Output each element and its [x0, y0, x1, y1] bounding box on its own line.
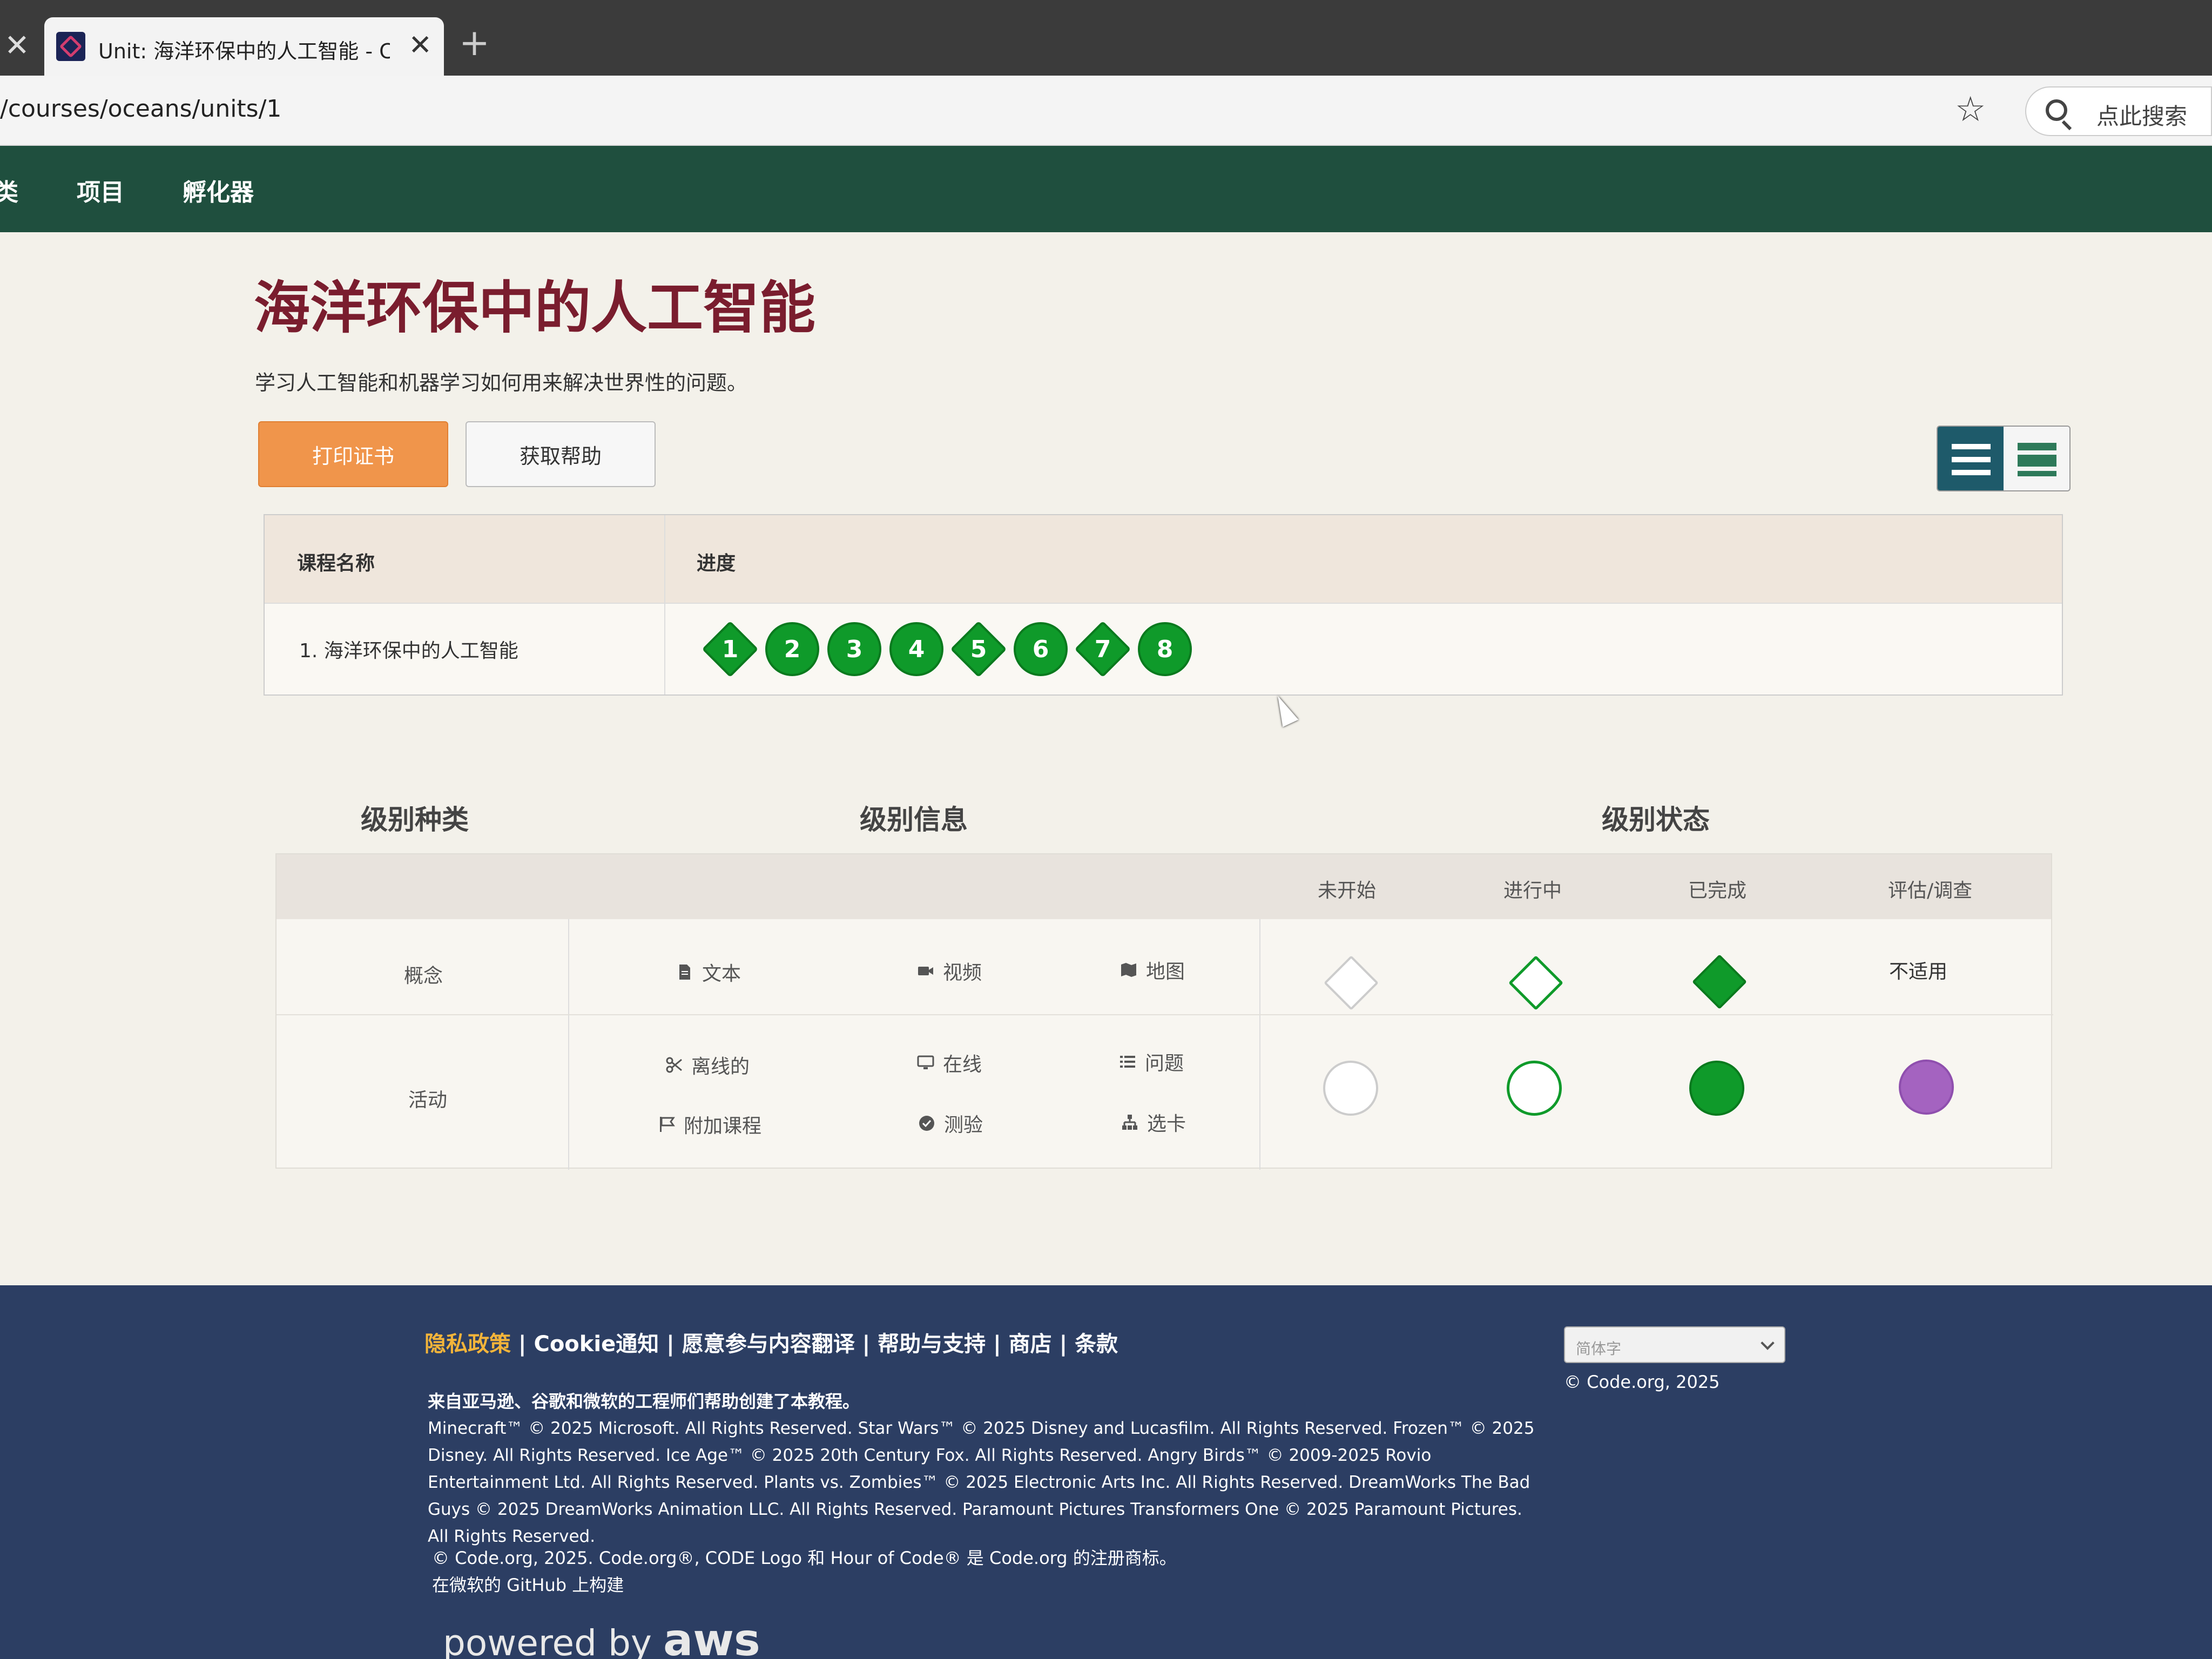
view-toggle: [1937, 426, 2071, 491]
bookmark-star-icon[interactable]: ☆: [1955, 91, 1986, 129]
github-link[interactable]: 在微软的 GitHub 上构建: [432, 1572, 1177, 1599]
status-col-not-started: 未开始: [1318, 880, 1377, 902]
footer-credit: 来自亚马逊、谷歌和微软的工程师们帮助创建了本教程。: [428, 1391, 860, 1412]
video-camera-icon: [918, 967, 933, 975]
nav-item-class[interactable]: 类: [0, 173, 18, 207]
assessment-not-applicable: 不适用: [1889, 961, 1948, 983]
activity-not-started-circle: [1323, 1061, 1378, 1116]
search-icon: [2046, 99, 2067, 121]
document-icon: [679, 965, 690, 980]
column-header-lesson-name: 课程名称: [297, 552, 375, 575]
search-placeholder: 点此搜索: [2096, 103, 2188, 130]
address-bar: /courses/oceans/units/1 ☆ 点此搜索: [0, 76, 2212, 146]
scissors-icon: [666, 1057, 682, 1073]
level-bubble-1[interactable]: 1: [702, 621, 759, 678]
language-select[interactable]: 简体字: [1564, 1326, 1785, 1363]
site-footer: 隐私政策 | Cookie通知 | 愿意参与内容翻译 | 帮助与支持 | 商店 …: [0, 1285, 2212, 1659]
site-header: 类 项目 孵化器: [0, 146, 2212, 232]
legend-row-activity: 活动: [408, 1089, 448, 1111]
legend-item-map: 地图: [1120, 956, 1185, 984]
browser-tab-active[interactable]: Unit: 海洋环保中的人工智能 - Coc ✕: [44, 17, 444, 76]
check-circle-icon: [919, 1116, 934, 1131]
help-support-link[interactable]: 帮助与支持: [878, 1332, 986, 1357]
trademark-text: © Code.org, 2025. Code.org®, CODE Logo 和…: [432, 1548, 1177, 1568]
status-col-in-progress: 进行中: [1503, 880, 1562, 902]
nav-item-incubator[interactable]: 孵化器: [183, 173, 254, 207]
activity-in-progress-circle: [1507, 1061, 1562, 1116]
powered-by-aws[interactable]: powered by aws: [443, 1615, 760, 1659]
level-bubble-7[interactable]: 7: [1074, 621, 1131, 678]
level-legend: 未开始 进行中 已完成 评估/调查 概念 活动 文本 视频 地图 离线的 在线: [275, 853, 2053, 1170]
legend-heading-info: 级别信息: [860, 804, 968, 835]
level-bubble-8[interactable]: 8: [1138, 622, 1192, 676]
flag-icon: [660, 1117, 675, 1132]
get-help-button[interactable]: 获取帮助: [466, 421, 656, 487]
privacy-policy-link[interactable]: 隐私政策: [424, 1332, 511, 1357]
level-bubble-2[interactable]: 2: [765, 622, 819, 676]
page-subtitle: 学习人工智能和机器学习如何用来解决世界性的问题。: [255, 371, 748, 395]
translate-link[interactable]: 愿意参与内容翻译: [682, 1332, 855, 1357]
mouse-cursor-icon: [1270, 692, 1299, 727]
activity-completed-circle: [1689, 1061, 1744, 1116]
lesson-name[interactable]: 1. 海洋环保中的人工智能: [299, 635, 518, 663]
terms-link[interactable]: 条款: [1075, 1332, 1118, 1357]
activity-assessment-circle: [1899, 1060, 1954, 1115]
concept-in-progress-diamond: [1508, 955, 1563, 1010]
browser-search-box[interactable]: 点此搜索: [2025, 86, 2212, 136]
main-content: 海洋环保中的人工智能 学习人工智能和机器学习如何用来解决世界性的问题。 打印证书…: [0, 232, 2212, 1285]
level-bubble-6[interactable]: 6: [1014, 622, 1068, 676]
tab-title: Unit: 海洋环保中的人工智能 - Coc: [98, 39, 390, 63]
concept-completed-diamond: [1692, 954, 1747, 1009]
detail-view-icon[interactable]: [2004, 427, 2069, 490]
url-field[interactable]: /courses/oceans/units/1: [0, 95, 281, 123]
legend-item-online: 在线: [917, 1049, 982, 1077]
status-col-assessment: 评估/调查: [1888, 880, 1973, 902]
footer-links: 隐私政策 | Cookie通知 | 愿意参与内容翻译 | 帮助与支持 | 商店 …: [424, 1332, 1118, 1357]
summary-view-icon[interactable]: [1938, 427, 2004, 490]
legend-item-video: 视频: [917, 957, 982, 985]
previous-tab-close-icon[interactable]: ✕: [4, 30, 30, 62]
page-title: 海洋环保中的人工智能: [254, 274, 816, 341]
level-bubble-5[interactable]: 5: [950, 621, 1007, 678]
monitor-icon: [917, 1055, 934, 1069]
legend-item-offline: 离线的: [665, 1051, 750, 1079]
store-link[interactable]: 商店: [1009, 1332, 1052, 1357]
tab-close-icon[interactable]: ✕: [408, 29, 432, 62]
new-tab-button[interactable]: +: [459, 22, 490, 65]
status-col-completed: 已完成: [1688, 880, 1747, 902]
nav-item-projects[interactable]: 项目: [77, 173, 124, 207]
footer-copyright: © Code.org, 2025: [1564, 1372, 1720, 1392]
print-certificate-button[interactable]: 打印证书: [258, 421, 448, 487]
footer-legal-text: Minecraft™ © 2025 Microsoft. All Rights …: [428, 1419, 1535, 1546]
legend-item-question: 问题: [1119, 1048, 1184, 1076]
legend-item-choice: 选卡: [1121, 1108, 1186, 1136]
column-header-progress: 进度: [697, 552, 736, 575]
progress-table-header: [265, 515, 2062, 604]
code-org-favicon-icon: [56, 32, 85, 61]
footer-trademark: © Code.org, 2025. Code.org®, CODE Logo 和…: [432, 1545, 1177, 1599]
legend-item-text: 文本: [676, 958, 741, 986]
level-bubble-4[interactable]: 4: [889, 622, 943, 676]
legend-row-concept: 概念: [404, 965, 443, 987]
browser-tab-bar: ✕ Unit: 海洋环保中的人工智能 - Coc ✕ +: [0, 0, 2212, 76]
map-icon: [1121, 963, 1136, 977]
cookie-notice-link[interactable]: Cookie通知: [534, 1332, 659, 1357]
legend-heading-status: 级别状态: [1602, 804, 1710, 835]
legend-heading-type: 级别种类: [361, 804, 469, 835]
list-icon: [1120, 1056, 1135, 1068]
legend-item-quiz: 测验: [918, 1109, 983, 1137]
progress-table: 课程名称 进度 1. 海洋环保中的人工智能 12345678: [264, 514, 2063, 696]
hierarchy-icon: [1122, 1115, 1137, 1130]
concept-not-started-diamond: [1324, 955, 1379, 1010]
level-bubble-3[interactable]: 3: [827, 622, 881, 676]
legend-item-bonus: 附加课程: [658, 1110, 761, 1138]
